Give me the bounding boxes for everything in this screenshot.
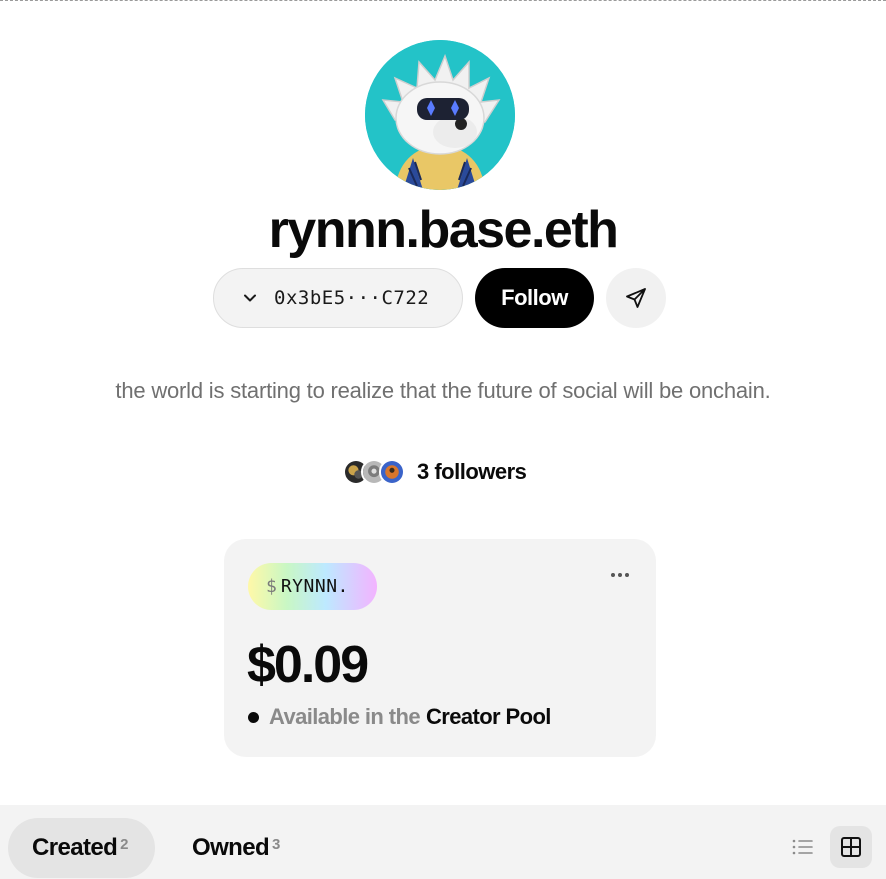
tab-created[interactable]: Created 2 [8, 818, 155, 878]
profile-username: rynnn.base.eth [268, 201, 619, 259]
tab-label: Created [32, 834, 118, 861]
profile-page: rynnn.base.eth 0x3bE5···C722 Follow the … [0, 0, 886, 879]
wallet-address: 0x3bE5···C722 [274, 287, 430, 309]
content-tabbar: Created 2 Owned 3 [0, 805, 886, 879]
coin-price: $0.09 [247, 636, 369, 694]
hedgehog-avatar-icon [365, 40, 515, 190]
ticker-prefix: $ [266, 576, 277, 597]
followers-link[interactable]: 3 followers [343, 456, 527, 488]
availability-status: Available in the Creator Pool [248, 704, 551, 730]
profile-bio: the world is starting to realize that th… [115, 378, 771, 403]
grid-view-button[interactable] [830, 826, 872, 868]
tab-count: 3 [272, 836, 281, 853]
status-dot [248, 711, 259, 723]
list-view-button[interactable] [786, 830, 820, 864]
coin-ticker-badge[interactable]: $ RYNNN. [248, 563, 377, 610]
creator-coin-card: $ RYNNN. $0.09 Available in the Creator … [224, 539, 656, 757]
grid-view-icon [841, 837, 861, 857]
more-icon[interactable] [606, 565, 634, 585]
profile-avatar [365, 40, 515, 190]
tab-owned[interactable]: Owned 3 [170, 818, 300, 878]
followers-count: 3 followers [417, 459, 527, 484]
follower-avatar [379, 459, 405, 485]
follow-button[interactable]: Follow [475, 268, 594, 328]
ticker-symbol: RYNNN. [280, 576, 349, 597]
creator-pool-link[interactable]: Creator Pool [426, 704, 551, 730]
tab-count: 2 [120, 836, 129, 853]
list-view-icon [792, 839, 813, 855]
tab-label: Owned [192, 834, 270, 861]
send-icon [626, 288, 646, 308]
wallet-address-button[interactable]: 0x3bE5···C722 [213, 268, 463, 328]
send-message-button[interactable] [606, 268, 666, 328]
availability-prefix: Available in the [269, 704, 421, 729]
top-divider [0, 0, 886, 1]
chevron-down-icon [244, 294, 256, 302]
